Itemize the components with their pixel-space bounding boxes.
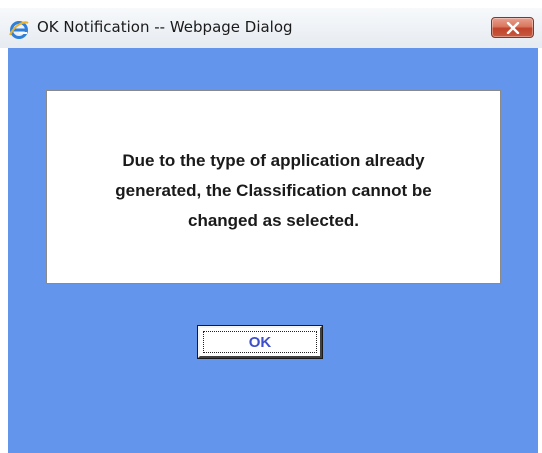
message-line: changed as selected.: [187, 211, 360, 230]
window-title: OK Notification -- Webpage Dialog: [37, 18, 293, 36]
close-icon: [506, 22, 520, 34]
dialog-body: Due to the type of application already g…: [8, 48, 538, 453]
dialog-window: OK Notification -- Webpage Dialog Due to…: [0, 0, 542, 453]
message-text: Due to the type of application already g…: [47, 146, 500, 236]
ok-button-label: OK: [203, 331, 317, 353]
title-bar[interactable]: OK Notification -- Webpage Dialog: [0, 8, 542, 48]
message-box: Due to the type of application already g…: [46, 90, 501, 284]
message-line: generated, the Classification cannot be: [115, 181, 432, 200]
internet-explorer-icon: [9, 20, 29, 40]
message-line: Due to the type of application already: [122, 151, 425, 170]
close-button[interactable]: [491, 17, 534, 38]
ok-button[interactable]: OK: [197, 325, 323, 359]
